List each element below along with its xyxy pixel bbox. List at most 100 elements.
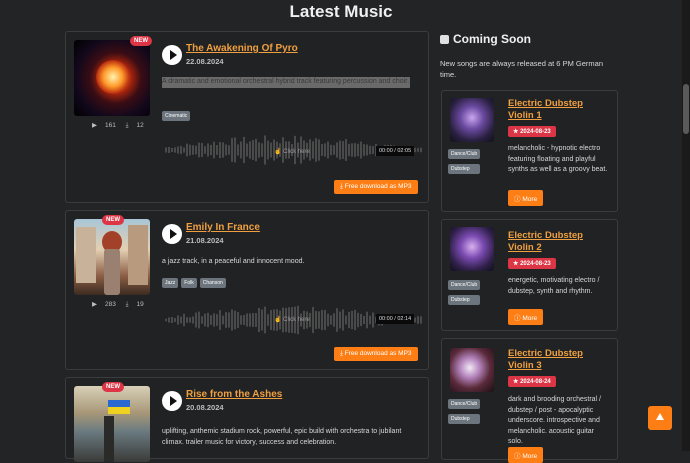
time-display: 00:00 / 02:14 [376,314,415,324]
waveform-bar [363,144,365,156]
waveform-bar [333,313,335,327]
genre-tag[interactable]: Cinematic [162,111,191,121]
genre-tag[interactable]: Dance/Club [448,149,481,159]
download-count-icon: ⤓ [125,122,129,129]
download-mp3-button[interactable]: ⤓ Free download as MP3 [334,347,418,361]
waveform-bar [165,318,167,322]
download-label: Free download as MP3 [344,183,412,190]
waveform-bar [330,144,332,156]
waveform-bar [327,313,329,327]
upcoming-cover-image[interactable] [450,348,494,392]
more-button[interactable]: ⓘ More [508,309,544,325]
hand-pointer-icon: ☝ [274,317,282,323]
waveform-bar [234,310,236,330]
upcoming-title[interactable]: Electric Dubstep Violin 3 [508,348,608,372]
more-label: More [522,196,538,203]
waveform-bar [228,145,230,155]
waveform-bar [420,147,422,153]
waveform-bar [312,306,314,334]
waveform-bar [366,311,368,329]
upcoming-title[interactable]: Electric Dubstep Violin 2 [508,230,608,254]
waveform-bar [189,317,191,323]
more-button[interactable]: ⓘ More [508,447,544,463]
waveform-bar [195,312,197,328]
time-total: 02:14 [397,316,412,322]
waveform-bar [171,148,173,152]
waveform-bar [417,148,419,152]
song-description: a jazz track, in a peaceful and innocent… [162,258,305,265]
upcoming-cover-image[interactable] [450,98,494,142]
play-button[interactable] [162,391,182,411]
waveform-bar [192,145,194,155]
song-card: NEW ▶ 283 ⤓ 19 Emily In France 21.08.2024 … [65,210,429,370]
waveform-bar [363,315,365,325]
waveform-bar [234,137,236,163]
song-title[interactable]: Rise from the Ashes [186,389,282,400]
song-cover-image[interactable] [74,40,150,116]
waveform-bar [183,313,185,327]
genre-tag[interactable]: Folk [181,278,197,288]
genre-tag[interactable]: Dance/Club [448,280,481,290]
hand-pointer-icon: ☝ [274,149,282,155]
waveform-hint-text: Click here [283,149,310,155]
play-button[interactable] [162,224,182,244]
waveform-bar [177,146,179,154]
more-label: More [522,315,538,322]
waveform-bar [414,147,416,153]
waveform-bar [195,145,197,155]
upcoming-card: Electric Dubstep Violin 3 ★ 2024-08-24 D… [441,338,618,463]
download-count: 12 [136,122,144,129]
waveform-bar [354,309,356,331]
waveform-bar [165,147,167,153]
new-badge: NEW [102,215,124,225]
song-cover-image[interactable] [74,219,150,295]
upcoming-description: melancholic - hypnotic electro featuring… [508,145,608,173]
upcoming-cover-image[interactable] [450,227,494,271]
waveform-bar [252,140,254,160]
waveform-bar [336,142,338,158]
waveform-bar [174,147,176,153]
play-count-icon: ▶ [92,301,97,308]
waveform-bar [258,308,260,332]
waveform-bar [231,309,233,331]
waveform-bar [177,315,179,325]
upcoming-title[interactable]: Electric Dubstep Violin 1 [508,98,608,122]
waveform-bar [237,311,239,329]
genre-tag[interactable]: Dance/Club [448,399,481,409]
download-mp3-button[interactable]: ⤓ Free download as MP3 [334,180,418,194]
waveform-bar [210,315,212,325]
genre-tag[interactable]: Jazz [162,278,179,288]
waveform-bar [228,312,230,328]
waveform-bar [255,138,257,162]
release-date-badge: ★ 2024-08-24 [508,376,556,387]
song-description: uplifting, anthemic stadium rock, powerf… [162,428,402,446]
genre-tag[interactable]: Dubstep [448,295,481,305]
waveform-bar [237,144,239,156]
more-button[interactable]: ⓘ More [508,190,544,206]
waveform-bar [360,313,362,327]
waveform-bar [216,145,218,155]
scrollbar-thumb[interactable] [683,84,689,134]
waveform-bar [336,308,338,332]
page-scrollbar[interactable] [682,0,690,451]
waveform-bar [357,312,359,328]
time-display: 00:00 / 02:05 [376,146,415,156]
waveform-bar [318,139,320,161]
more-label: More [522,453,538,460]
waveform-bar [315,138,317,162]
genre-tag[interactable]: Dubstep [448,414,481,424]
waveform-bar [270,309,272,331]
calendar-icon [440,34,449,44]
song-title[interactable]: The Awakening Of Pyro [186,43,298,54]
waveform-bar [198,142,200,158]
song-date: 20.08.2024 [186,403,224,412]
scroll-to-top-button[interactable] [648,406,672,430]
song-title[interactable]: Emily In France [186,222,260,233]
waveform-hint: ☝ Click here [274,148,310,155]
genre-tag[interactable]: Dubstep [448,164,481,174]
star-icon: ★ [513,261,519,267]
genre-tag[interactable]: Chanson [199,278,226,288]
waveform-bar [240,141,242,159]
waveform-bar [189,144,191,156]
play-button[interactable] [162,45,182,65]
